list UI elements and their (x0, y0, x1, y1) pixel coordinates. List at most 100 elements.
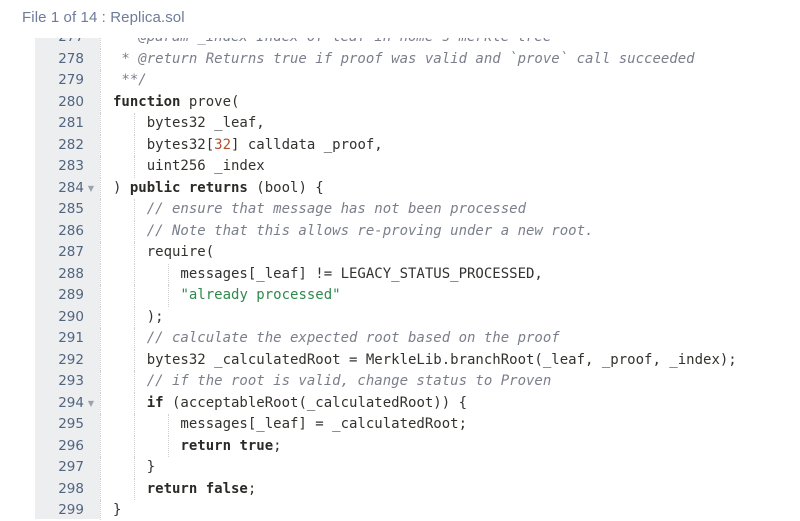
code-tokens: function prove( (100, 92, 239, 114)
code-token-pl: messages[_leaf] = _calculatedRoot; (113, 416, 467, 432)
code-text[interactable]: bytes32[32] calldata _proof, (100, 135, 800, 157)
line-number-gutter[interactable]: 288 (35, 264, 100, 286)
code-text[interactable]: function prove( (100, 92, 800, 114)
code-text[interactable]: "already processed" (100, 285, 800, 307)
code-text[interactable]: } (100, 500, 800, 521)
code-line: 294▼ if (acceptableRoot(_calculatedRoot)… (35, 393, 800, 415)
line-number-gutter[interactable]: 277 (35, 38, 100, 49)
code-line: 277 * @param _index Index of leaf in hom… (35, 38, 800, 49)
code-tokens: bytes32[32] calldata _proof, (100, 135, 383, 157)
code-text[interactable]: * @return Returns true if proof was vali… (100, 49, 800, 71)
line-number-gutter[interactable]: 297 (35, 457, 100, 479)
fold-triangle-icon[interactable]: ▼ (86, 393, 96, 415)
code-line: 288 messages[_leaf] != LEGACY_STATUS_PRO… (35, 264, 800, 286)
code-text[interactable]: } (100, 457, 800, 479)
code-text[interactable]: // Note that this allows re-proving unde… (100, 221, 800, 243)
line-number-gutter[interactable]: 292 (35, 350, 100, 372)
code-token-pl: } (113, 459, 155, 475)
code-line: 299} (35, 500, 800, 521)
code-line: 281 bytes32 _leaf, (35, 113, 800, 135)
code-token-pl: ) (113, 180, 130, 196)
code-token-cmt: * @param _index Index of leaf in home's … (113, 38, 551, 45)
code-token-pl: ] calldata _proof, (231, 137, 383, 153)
code-text[interactable]: ); (100, 307, 800, 329)
line-number: 297 (58, 459, 96, 475)
line-number-gutter[interactable]: 293 (35, 371, 100, 393)
code-token-pl (113, 395, 147, 411)
line-number-gutter[interactable]: 298 (35, 479, 100, 501)
code-text[interactable]: return true; (100, 436, 800, 458)
code-token-cmt: // ensure that message has not been proc… (113, 201, 526, 217)
code-line: 283 uint256 _index (35, 156, 800, 178)
code-token-pl: require( (113, 244, 214, 260)
code-text[interactable]: ) public returns (bool) { (100, 178, 800, 200)
line-number: 283 (58, 158, 96, 174)
code-token-num2: 32 (214, 137, 231, 153)
code-token-kw: public returns (130, 180, 248, 196)
code-token-pl: messages[_leaf] != LEGACY_STATUS_PROCESS… (113, 266, 543, 282)
code-text[interactable]: bytes32 _calculatedRoot = MerkleLib.bran… (100, 350, 800, 372)
line-number-gutter[interactable]: 278 (35, 49, 100, 71)
fold-triangle-icon[interactable]: ▼ (86, 178, 96, 200)
line-number: 286 (58, 223, 96, 239)
code-tokens: return false; (100, 479, 256, 501)
line-number-gutter[interactable]: 283 (35, 156, 100, 178)
code-tokens: // calculate the expected root based on … (100, 328, 560, 350)
line-number: 285 (58, 201, 96, 217)
code-line: 293 // if the root is valid, change stat… (35, 371, 800, 393)
line-number-gutter[interactable]: 281 (35, 113, 100, 135)
code-tokens: messages[_leaf] != LEGACY_STATUS_PROCESS… (100, 264, 543, 286)
line-number-gutter[interactable]: 284▼ (35, 178, 100, 200)
code-text[interactable]: // calculate the expected root based on … (100, 328, 800, 350)
code-text[interactable]: bytes32 _leaf, (100, 113, 800, 135)
code-tokens: * @param _index Index of leaf in home's … (100, 38, 551, 49)
code-text[interactable]: uint256 _index (100, 156, 800, 178)
line-number-gutter[interactable]: 299 (35, 500, 100, 521)
code-text[interactable]: messages[_leaf] = _calculatedRoot; (100, 414, 800, 436)
line-number-gutter[interactable]: 285 (35, 199, 100, 221)
line-number: 295 (58, 416, 96, 432)
code-line: 279 **/ (35, 70, 800, 92)
code-text[interactable]: messages[_leaf] != LEGACY_STATUS_PROCESS… (100, 264, 800, 286)
code-text[interactable]: // ensure that message has not been proc… (100, 199, 800, 221)
code-line: 296 return true; (35, 436, 800, 458)
line-number-gutter[interactable]: 289 (35, 285, 100, 307)
code-tokens: // ensure that message has not been proc… (100, 199, 526, 221)
code-token-pl: ); (113, 309, 164, 325)
code-text[interactable]: require( (100, 242, 800, 264)
code-line: 295 messages[_leaf] = _calculatedRoot; (35, 414, 800, 436)
code-token-pl (113, 438, 180, 454)
line-number-gutter[interactable]: 291 (35, 328, 100, 350)
line-number-gutter[interactable]: 282 (35, 135, 100, 157)
code-tokens: ) public returns (bool) { (100, 178, 324, 200)
code-viewer[interactable]: 277 * @param _index Index of leaf in hom… (35, 38, 800, 521)
code-text[interactable]: * @param _index Index of leaf in home's … (100, 38, 800, 49)
code-line: 280function prove( (35, 92, 800, 114)
code-tokens: if (acceptableRoot(_calculatedRoot)) { (100, 393, 467, 415)
code-token-pl: } (113, 502, 121, 518)
code-line: 287 require( (35, 242, 800, 264)
line-number-gutter[interactable]: 287 (35, 242, 100, 264)
line-number-gutter[interactable]: 290 (35, 307, 100, 329)
code-lines-container: 277 * @param _index Index of leaf in hom… (35, 38, 800, 521)
line-number-gutter[interactable]: 295 (35, 414, 100, 436)
code-token-str: "already processed" (180, 287, 340, 303)
code-token-pl: ; (248, 481, 256, 497)
code-token-pl: bytes32 _calculatedRoot = MerkleLib.bran… (113, 352, 737, 368)
line-number-gutter[interactable]: 296 (35, 436, 100, 458)
code-line: 298 return false; (35, 479, 800, 501)
code-text[interactable]: if (acceptableRoot(_calculatedRoot)) { (100, 393, 800, 415)
code-text[interactable]: **/ (100, 70, 800, 92)
line-number-gutter[interactable]: 279 (35, 70, 100, 92)
code-text[interactable]: // if the root is valid, change status t… (100, 371, 800, 393)
line-number-gutter[interactable]: 294▼ (35, 393, 100, 415)
code-token-pl: ; (273, 438, 281, 454)
code-token-cmt: // Note that this allows re-proving unde… (113, 223, 593, 239)
file-header-title: File 1 of 14 : Replica.sol (0, 0, 800, 38)
line-number: 292 (58, 352, 96, 368)
code-text[interactable]: return false; (100, 479, 800, 501)
line-number-gutter[interactable]: 286 (35, 221, 100, 243)
line-number-gutter[interactable]: 280 (35, 92, 100, 114)
code-line: 290 ); (35, 307, 800, 329)
code-tokens: "already processed" (100, 285, 341, 307)
